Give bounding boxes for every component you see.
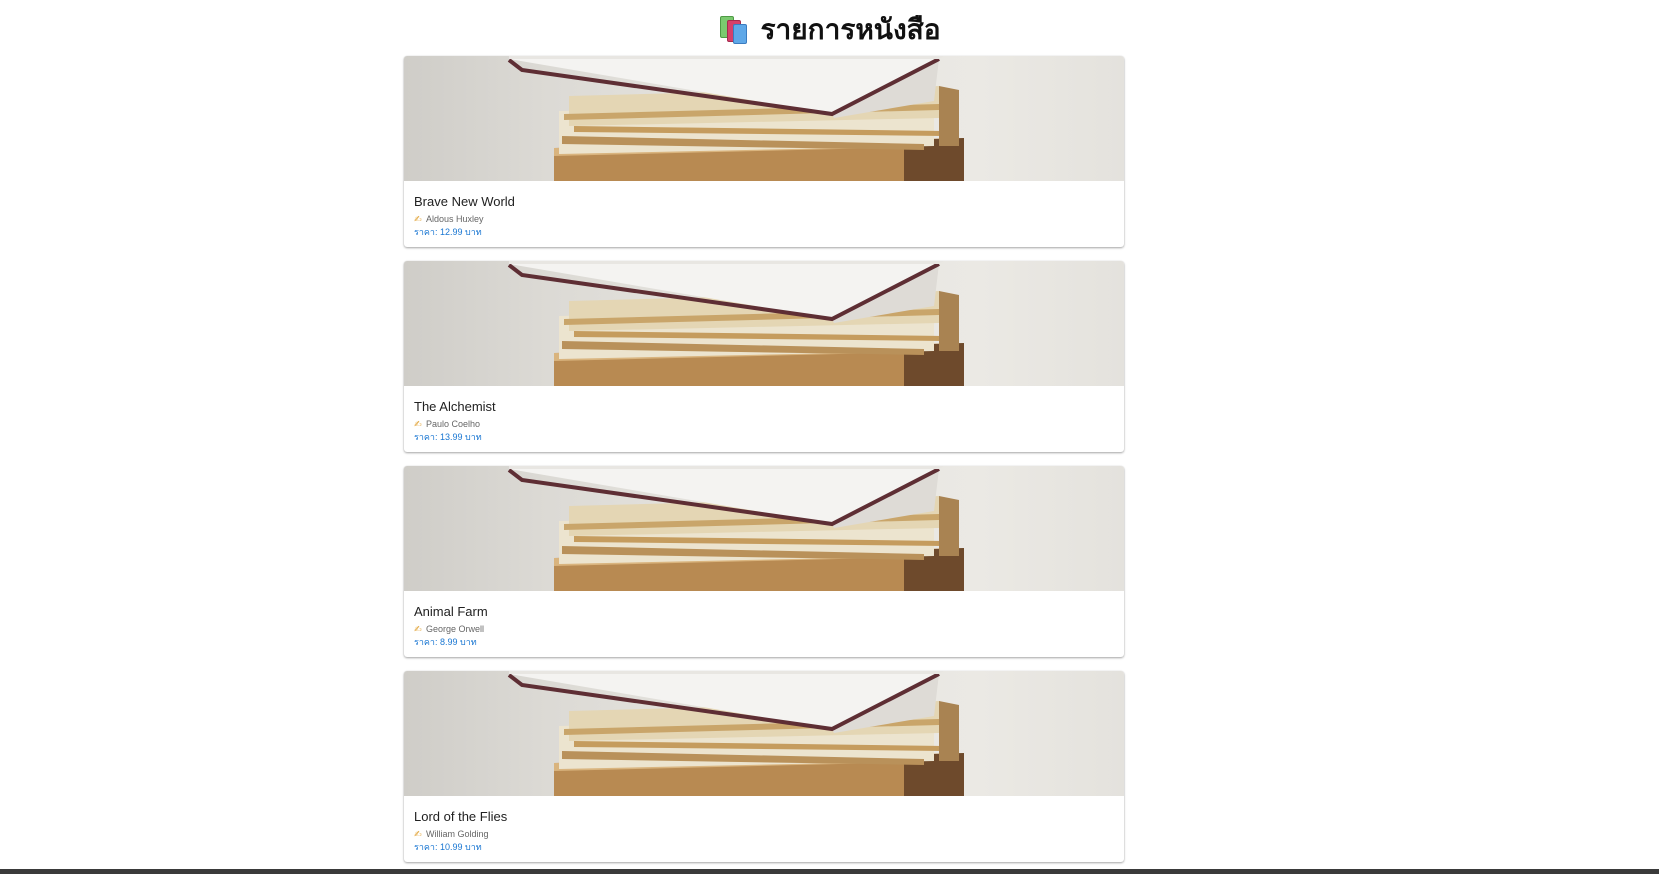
book-price: ราคา: 10.99 บาท xyxy=(414,841,1114,853)
book-title[interactable]: Animal Farm xyxy=(414,604,1114,620)
bottom-bar xyxy=(0,869,1659,874)
book-card[interactable]: The Alchemist ✍ Paulo Coelho ราคา: 13.99… xyxy=(404,261,1124,452)
author-row: ✍ George Orwell xyxy=(414,623,1114,635)
book-info: The Alchemist ✍ Paulo Coelho ราคา: 13.99… xyxy=(404,386,1124,443)
author-row: ✍ Aldous Huxley xyxy=(414,213,1114,225)
book-title[interactable]: Lord of the Flies xyxy=(414,809,1114,825)
book-author: George Orwell xyxy=(426,624,485,634)
author-row: ✍ William Golding xyxy=(414,828,1114,840)
book-title[interactable]: Brave New World xyxy=(414,194,1114,210)
book-info: Lord of the Flies ✍ William Golding ราคา… xyxy=(404,796,1124,853)
book-author: William Golding xyxy=(426,829,489,839)
page-title: รายการหนังสือ xyxy=(760,13,941,46)
price-currency: บาท xyxy=(460,637,477,647)
book-info: Brave New World ✍ Aldous Huxley ราคา: 12… xyxy=(404,181,1124,238)
book-card[interactable]: Animal Farm ✍ George Orwell ราคา: 8.99 บ… xyxy=(404,466,1124,657)
price-label: ราคา: xyxy=(414,227,438,237)
price-currency: บาท xyxy=(465,842,482,852)
price-value: 12.99 xyxy=(439,227,463,237)
books-icon xyxy=(718,15,748,45)
price-value: 10.99 xyxy=(439,842,463,852)
book-card[interactable]: Brave New World ✍ Aldous Huxley ราคา: 12… xyxy=(404,56,1124,247)
price-currency: บาท xyxy=(465,432,482,442)
book-cover-image xyxy=(404,261,1124,386)
book-cover-image xyxy=(404,466,1124,591)
book-author: Paulo Coelho xyxy=(426,419,481,429)
book-price: ราคา: 8.99 บาท xyxy=(414,636,1114,648)
book-card[interactable]: Lord of the Flies ✍ William Golding ราคา… xyxy=(404,671,1124,862)
price-value: 13.99 xyxy=(439,432,463,442)
page: รายการหนังสือ Brave New World ✍ Aldous H… xyxy=(0,0,1659,874)
price-value: 8.99 xyxy=(439,637,458,647)
price-label: ราคา: xyxy=(414,637,438,647)
book-cover-image xyxy=(404,56,1124,181)
book-price: ราคา: 12.99 บาท xyxy=(414,226,1114,238)
book-cover-image xyxy=(404,671,1124,796)
writing-hand-icon: ✍ xyxy=(414,624,422,634)
book-list: Brave New World ✍ Aldous Huxley ราคา: 12… xyxy=(404,56,1124,874)
price-currency: บาท xyxy=(465,227,482,237)
price-label: ราคา: xyxy=(414,432,438,442)
book-author: Aldous Huxley xyxy=(426,214,484,224)
author-row: ✍ Paulo Coelho xyxy=(414,418,1114,430)
writing-hand-icon: ✍ xyxy=(414,214,422,224)
book-price: ราคา: 13.99 บาท xyxy=(414,431,1114,443)
book-info: Animal Farm ✍ George Orwell ราคา: 8.99 บ… xyxy=(404,591,1124,648)
book-title[interactable]: The Alchemist xyxy=(414,399,1114,415)
writing-hand-icon: ✍ xyxy=(414,829,422,839)
writing-hand-icon: ✍ xyxy=(414,419,422,429)
page-header: รายการหนังสือ xyxy=(0,10,1659,50)
price-label: ราคา: xyxy=(414,842,438,852)
